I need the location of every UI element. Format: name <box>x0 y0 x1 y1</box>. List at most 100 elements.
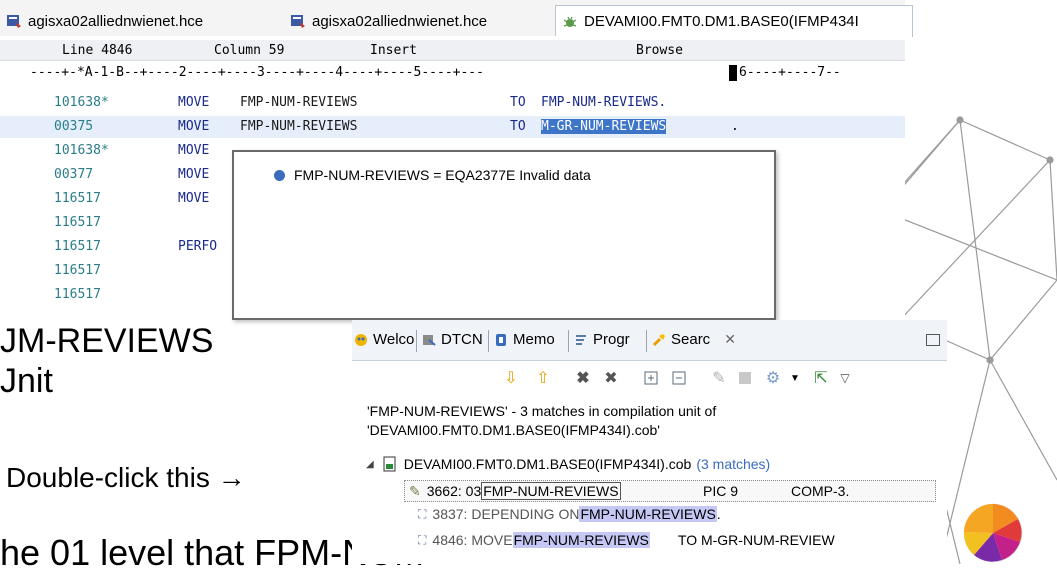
tab-divider <box>416 330 417 352</box>
sequence-number: 00377 <box>54 167 94 182</box>
search-match-row[interactable]: ⛶ 4846: MOVE FMP-NUM-REVIEWS TO M-GR-NUM… <box>418 532 835 548</box>
code-line-current[interactable]: 00375 MOVE FMP-NUM-REVIEWS TO M-GR-NUM-R… <box>0 116 905 138</box>
run-search-again-icon[interactable]: ✎ <box>710 369 728 387</box>
sequence-number: 101638* <box>54 95 109 110</box>
ruler-tail-text: 6----+----7-- <box>739 65 841 80</box>
match-suffix: . <box>716 506 721 522</box>
match-prefix: 3837: DEPENDING ON <box>432 506 580 522</box>
close-view-icon[interactable]: ✕ <box>724 331 736 348</box>
tab-divider <box>488 330 489 352</box>
search-view-toolbar: ⇩ ⇧ ✖ ✖ ✎ ⚙ ▼ ⇱ ▽ <box>352 360 947 396</box>
reference-match-icon: ⛶ <box>418 532 427 547</box>
view-tab-label: Welco <box>373 331 415 348</box>
editor-status-row: Line 4846 Column 59 Insert Browse <box>0 40 905 61</box>
collapse-all-icon[interactable] <box>670 369 688 387</box>
dtcn-icon <box>423 334 436 346</box>
declaration-match-icon: ✎ <box>409 482 421 499</box>
editor-tab-label: agisxa02alliednwienet.hce <box>312 12 488 30</box>
tree-collapse-icon[interactable]: ◢ <box>366 459 374 470</box>
slide-heading-fragment: JM-REVIEWS <box>0 322 214 360</box>
editor-tab-hce-1[interactable]: agisxa02alliednwienet.hce <box>6 7 266 35</box>
remove-match-icon[interactable]: ✖ <box>574 369 592 387</box>
cobol-operand: FMP-NUM-REVIEWS <box>240 119 358 134</box>
sequence-number: 116517 <box>54 215 101 230</box>
previous-match-icon[interactable]: ⇧ <box>534 369 552 387</box>
sequence-number: 116517 <box>54 263 101 278</box>
cobol-verb: MOVE <box>178 167 210 182</box>
editor-tab-bar: agisxa02alliednwienet.hce agisxa02allied… <box>0 0 913 37</box>
cobol-operand: FMP-NUM-REVIEWS <box>240 95 358 110</box>
sequence-number: 101638* <box>54 143 109 158</box>
column-indicator: Column 59 <box>214 43 285 58</box>
hce-file-icon <box>291 15 305 28</box>
cobol-to-keyword: TO <box>510 95 526 110</box>
tree-file-node[interactable]: ◢ DEVAMI00.FMT0.DM1.BASE0(IFMP434I).cob … <box>366 456 770 472</box>
debug-hover-popup: FMP-NUM-REVIEWS = EQA2377E Invalid data <box>232 150 776 320</box>
match-prefix: 4846: MOVE <box>432 532 513 548</box>
editor-tab-devami00-active[interactable]: DEVAMI00.FMT0.DM1.BASE0(IFMP434I <box>555 5 913 37</box>
match-prefix: 3662: 03 <box>426 483 482 499</box>
view-menu-icon[interactable]: ▽ <box>836 369 854 387</box>
view-tab-label: DTCN <box>441 331 483 348</box>
view-tab-label: Progr <box>593 331 630 348</box>
tree-file-name: DEVAMI00.FMT0.DM1.BASE0(IFMP434I).cob <box>403 456 692 472</box>
cancel-search-icon[interactable] <box>736 369 754 387</box>
browse-mode-indicator: Browse <box>636 43 683 58</box>
search-match-row-selected[interactable]: ✎ 3662: 03 FMP-NUM-REVIEWS PIC 9 COMP-3. <box>404 480 936 502</box>
cobol-verb: MOVE <box>178 191 210 206</box>
sequence-number: 00375 <box>54 119 94 134</box>
editor-tab-label: DEVAMI00.FMT0.DM1.BASE0(IFMP434I <box>584 13 859 30</box>
column-ruler: ----+-*A-1-B--+----2----+----3----+----4… <box>0 63 905 83</box>
match-hit: FMP-NUM-REVIEWS <box>512 532 650 548</box>
line-indicator: Line 4846 <box>62 43 133 58</box>
cobol-verb: PERFO <box>178 239 218 254</box>
insert-mode-indicator: Insert <box>370 43 417 58</box>
ruler-text: ----+-*A-1-B--+----2----+----3----+----4… <box>30 65 484 80</box>
hce-file-icon <box>7 15 21 28</box>
search-summary-line2: 'DEVAMI00.FMT0.DM1.BASE0(IFMP434I).cob' <box>367 422 660 438</box>
selected-target-text[interactable]: M-GR-NUM-REVIEWS <box>541 119 667 134</box>
cobol-verb: MOVE <box>178 95 210 110</box>
sequence-number: 116517 <box>54 287 101 302</box>
match-extra: COMP-3. <box>791 483 850 499</box>
history-dropdown-icon[interactable]: ▼ <box>786 369 804 387</box>
view-tab-label: Memo <box>513 331 555 348</box>
hover-value-text: FMP-NUM-REVIEWS = EQA2377E Invalid data <box>294 167 591 183</box>
editor-tab-hce-2[interactable]: agisxa02alliednwienet.hce <box>290 7 550 35</box>
expand-all-icon[interactable] <box>642 369 660 387</box>
minimize-view-icon[interactable] <box>926 334 940 346</box>
progress-icon <box>576 334 586 345</box>
cobol-to-keyword: TO <box>510 119 526 134</box>
cobol-target: FMP-NUM-REVIEWS. <box>541 95 667 110</box>
remove-all-matches-icon[interactable]: ✖ <box>602 369 620 387</box>
view-tab-search[interactable]: Searc ✕ <box>652 331 736 348</box>
reference-match-icon: ⛶ <box>418 506 427 521</box>
search-history-icon[interactable]: ⚙ <box>764 369 782 387</box>
search-summary: 'FMP-NUM-REVIEWS' - 3 matches in compila… <box>367 402 716 440</box>
search-view-panel: Welco DTCN Memo Progr Searc ✕ ⇩ ⇧ ✖ ✖ ✎ … <box>352 320 947 564</box>
view-tab-memory[interactable]: Memo <box>494 331 555 348</box>
next-match-icon[interactable]: ⇩ <box>502 369 520 387</box>
view-tab-welcome[interactable]: Welco <box>354 331 414 348</box>
search-summary-line1: 'FMP-NUM-REVIEWS' - 3 matches in compila… <box>367 403 717 419</box>
cobol-verb: MOVE <box>178 143 210 158</box>
view-tab-dtcn[interactable]: DTCN <box>422 331 483 348</box>
statement-period: . <box>731 119 739 134</box>
tab-divider <box>568 330 569 352</box>
view-tab-progress[interactable]: Progr <box>574 331 630 348</box>
code-line[interactable]: 101638* MOVE FMP-NUM-REVIEWS TO FMP-NUM-… <box>0 92 905 114</box>
welcome-icon <box>355 333 367 346</box>
pin-view-icon[interactable]: ⇱ <box>812 369 830 387</box>
view-tab-label: Searc <box>671 331 711 348</box>
sequence-number: 116517 <box>54 239 101 254</box>
debug-bug-icon <box>563 16 577 27</box>
sequence-number: 116517 <box>54 191 101 206</box>
match-hit: FMP-NUM-REVIEWS <box>579 506 717 522</box>
search-match-row[interactable]: ⛶ 3837: DEPENDING ON FMP-NUM-REVIEWS . <box>418 506 721 522</box>
variable-bullet-icon <box>274 170 285 181</box>
tab-divider <box>646 330 647 352</box>
double-click-callout: Double-click this → <box>6 462 246 493</box>
cobol-file-icon <box>383 456 396 472</box>
color-wheel-logo <box>963 503 1023 563</box>
match-count: (3 matches) <box>696 456 771 472</box>
